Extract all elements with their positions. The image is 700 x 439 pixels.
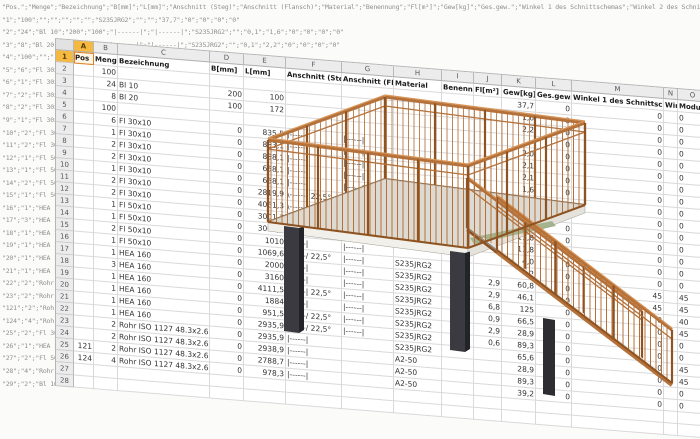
cell[interactable]	[394, 401, 442, 417]
cell[interactable]	[474, 408, 502, 422]
cell[interactable]	[664, 111, 678, 124]
cell[interactable]	[664, 303, 678, 316]
cell[interactable]	[664, 147, 678, 160]
csv-line: "2";"24";"Bl 10";"200";"100";"|------|";…	[2, 28, 344, 36]
csv-line: "1";"100";"";"";"";"";"";"S235JRG2";"";"…	[2, 16, 240, 24]
cell[interactable]	[664, 339, 678, 352]
cell[interactable]	[664, 195, 678, 208]
cell[interactable]	[664, 327, 678, 340]
cell[interactable]	[664, 159, 678, 172]
cell[interactable]	[74, 376, 94, 390]
sheet-body: 1PosMengeBezeichnungB[mm]L[mm]Anschnitt …	[56, 50, 700, 438]
cell[interactable]	[502, 410, 536, 425]
cell[interactable]	[664, 315, 678, 328]
spreadsheet: ABCDEFGHIJKLMNO 1PosMengeBezeichnungB[mm…	[55, 38, 700, 438]
cell[interactable]	[678, 424, 700, 438]
cell[interactable]	[664, 387, 678, 400]
cell[interactable]	[664, 123, 678, 136]
cell[interactable]	[442, 405, 474, 420]
cell[interactable]	[536, 413, 572, 428]
cell[interactable]	[664, 183, 678, 196]
cell[interactable]	[664, 267, 678, 280]
cell[interactable]	[94, 377, 118, 391]
cell[interactable]	[664, 411, 678, 424]
cell[interactable]	[664, 375, 678, 388]
cell[interactable]	[664, 231, 678, 244]
row-header-28[interactable]: 28	[56, 374, 74, 387]
cell[interactable]	[664, 399, 678, 412]
cell[interactable]	[664, 207, 678, 220]
cell[interactable]	[664, 243, 678, 256]
cell[interactable]	[664, 363, 678, 376]
cell[interactable]	[664, 279, 678, 292]
cell[interactable]	[244, 389, 286, 404]
cell[interactable]	[664, 219, 678, 232]
csv-line: "Pos.";"Menge";"Bezeichnung";"B[mm]";"L[…	[2, 3, 700, 11]
cell[interactable]	[664, 255, 678, 268]
header-cell[interactable]: Winkel 2 des Schnittschemas	[664, 99, 678, 112]
cell[interactable]	[664, 135, 678, 148]
cell[interactable]	[664, 291, 678, 304]
cell[interactable]	[664, 351, 678, 364]
cell[interactable]	[664, 171, 678, 184]
cell[interactable]	[664, 423, 678, 436]
